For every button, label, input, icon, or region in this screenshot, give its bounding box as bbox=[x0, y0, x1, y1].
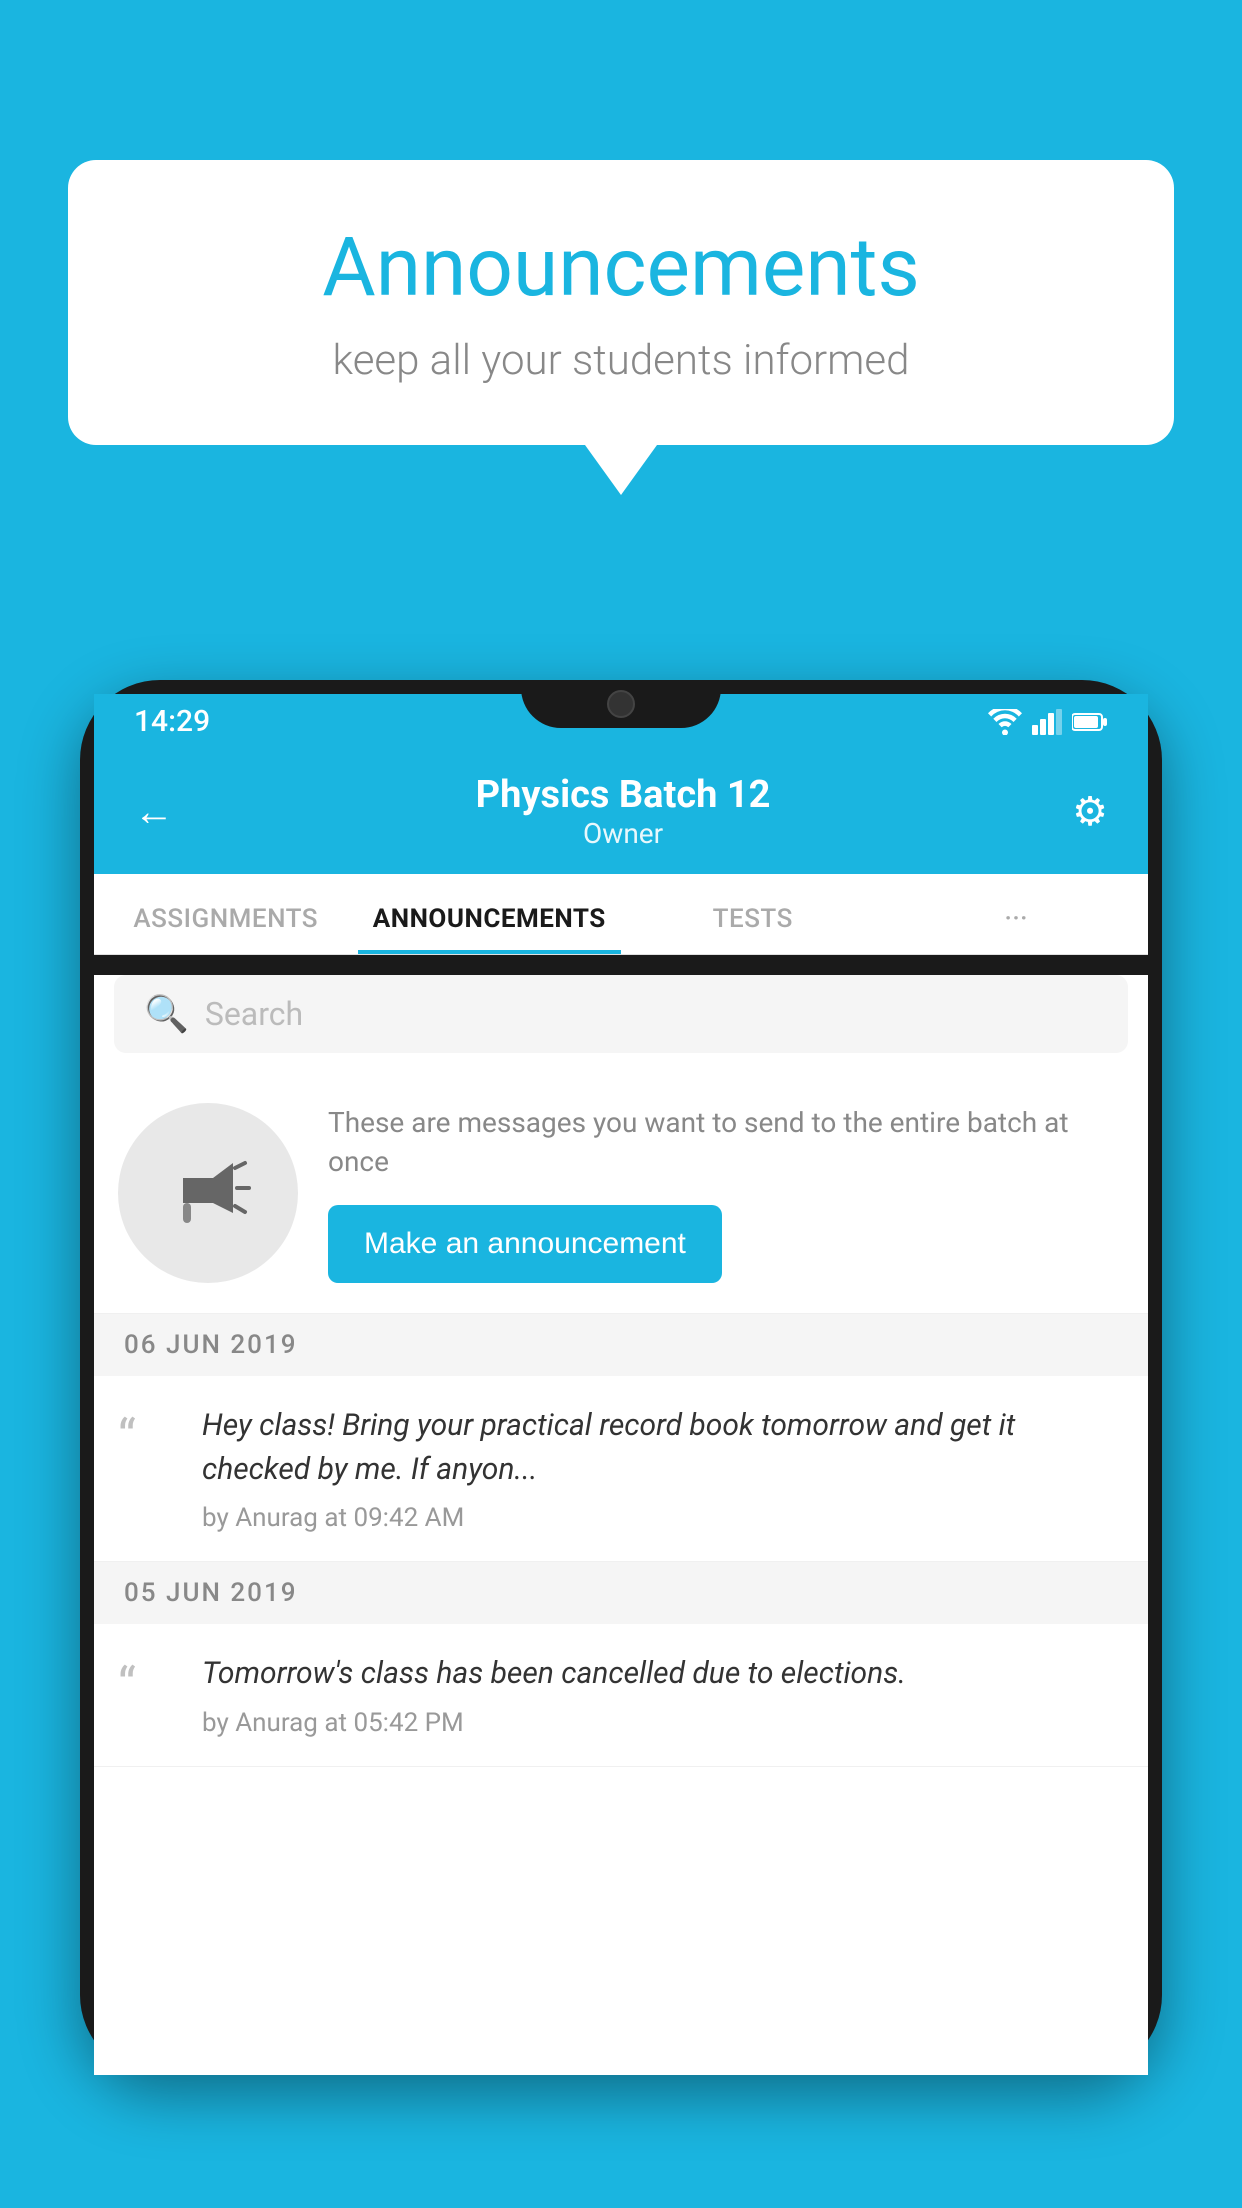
phone-frame: 14:29 bbox=[80, 680, 1162, 2075]
speech-bubble-subtitle: keep all your students informed bbox=[148, 336, 1094, 385]
tab-announcements[interactable]: ANNOUNCEMENTS bbox=[358, 874, 622, 954]
phone-camera bbox=[607, 690, 635, 718]
status-icons bbox=[988, 709, 1108, 735]
app-header: ← Physics Batch 12 Owner ⚙ bbox=[94, 749, 1148, 874]
tab-tests[interactable]: TESTS bbox=[621, 874, 885, 954]
announcement-content-2: Tomorrow's class has been cancelled due … bbox=[202, 1652, 1124, 1738]
tab-more[interactable]: ··· bbox=[885, 874, 1149, 954]
announcement-text-1: Hey class! Bring your practical record b… bbox=[202, 1404, 1124, 1491]
empty-state-description: These are messages you want to send to t… bbox=[328, 1103, 1124, 1181]
quote-icon-2: “ bbox=[118, 1658, 178, 1716]
empty-state: These are messages you want to send to t… bbox=[94, 1073, 1148, 1314]
announcement-content-1: Hey class! Bring your practical record b… bbox=[202, 1404, 1124, 1533]
header-title: Physics Batch 12 bbox=[174, 773, 1072, 817]
announcement-author-2: by Anurag at 05:42 PM bbox=[202, 1708, 1124, 1738]
search-placeholder: Search bbox=[205, 995, 303, 1033]
announcement-icon-circle bbox=[118, 1103, 298, 1283]
status-time: 14:29 bbox=[134, 704, 210, 739]
announcement-item-2[interactable]: “ Tomorrow's class has been cancelled du… bbox=[94, 1624, 1148, 1767]
header-title-group: Physics Batch 12 Owner bbox=[174, 773, 1072, 850]
battery-icon bbox=[1072, 712, 1108, 732]
date-divider-2: 05 JUN 2019 bbox=[94, 1562, 1148, 1624]
speech-bubble: Announcements keep all your students inf… bbox=[68, 160, 1174, 445]
speech-bubble-arrow bbox=[585, 445, 657, 495]
phone-notch bbox=[521, 680, 721, 728]
tab-assignments[interactable]: ASSIGNMENTS bbox=[94, 874, 358, 954]
settings-button[interactable]: ⚙ bbox=[1072, 788, 1108, 835]
signal-icon bbox=[1032, 709, 1062, 735]
empty-state-info: These are messages you want to send to t… bbox=[328, 1103, 1124, 1283]
quote-icon-1: “ bbox=[118, 1410, 178, 1468]
date-divider-1: 06 JUN 2019 bbox=[94, 1314, 1148, 1376]
wifi-icon bbox=[988, 709, 1022, 735]
make-announcement-button[interactable]: Make an announcement bbox=[328, 1205, 722, 1283]
search-icon: 🔍 bbox=[144, 993, 189, 1035]
announcement-item-1[interactable]: “ Hey class! Bring your practical record… bbox=[94, 1376, 1148, 1562]
back-button[interactable]: ← bbox=[134, 788, 174, 835]
announcement-author-1: by Anurag at 09:42 AM bbox=[202, 1503, 1124, 1533]
speech-bubble-container: Announcements keep all your students inf… bbox=[68, 160, 1174, 495]
content-area: 🔍 Search These are me bbox=[94, 975, 1148, 2075]
announcement-text-2: Tomorrow's class has been cancelled due … bbox=[202, 1652, 1124, 1696]
tabs-bar: ASSIGNMENTS ANNOUNCEMENTS TESTS ··· bbox=[94, 874, 1148, 955]
header-subtitle: Owner bbox=[174, 817, 1072, 850]
search-bar[interactable]: 🔍 Search bbox=[114, 975, 1128, 1053]
phone-container: 14:29 bbox=[80, 680, 1162, 2208]
speech-bubble-title: Announcements bbox=[148, 220, 1094, 316]
megaphone-icon bbox=[163, 1148, 253, 1238]
